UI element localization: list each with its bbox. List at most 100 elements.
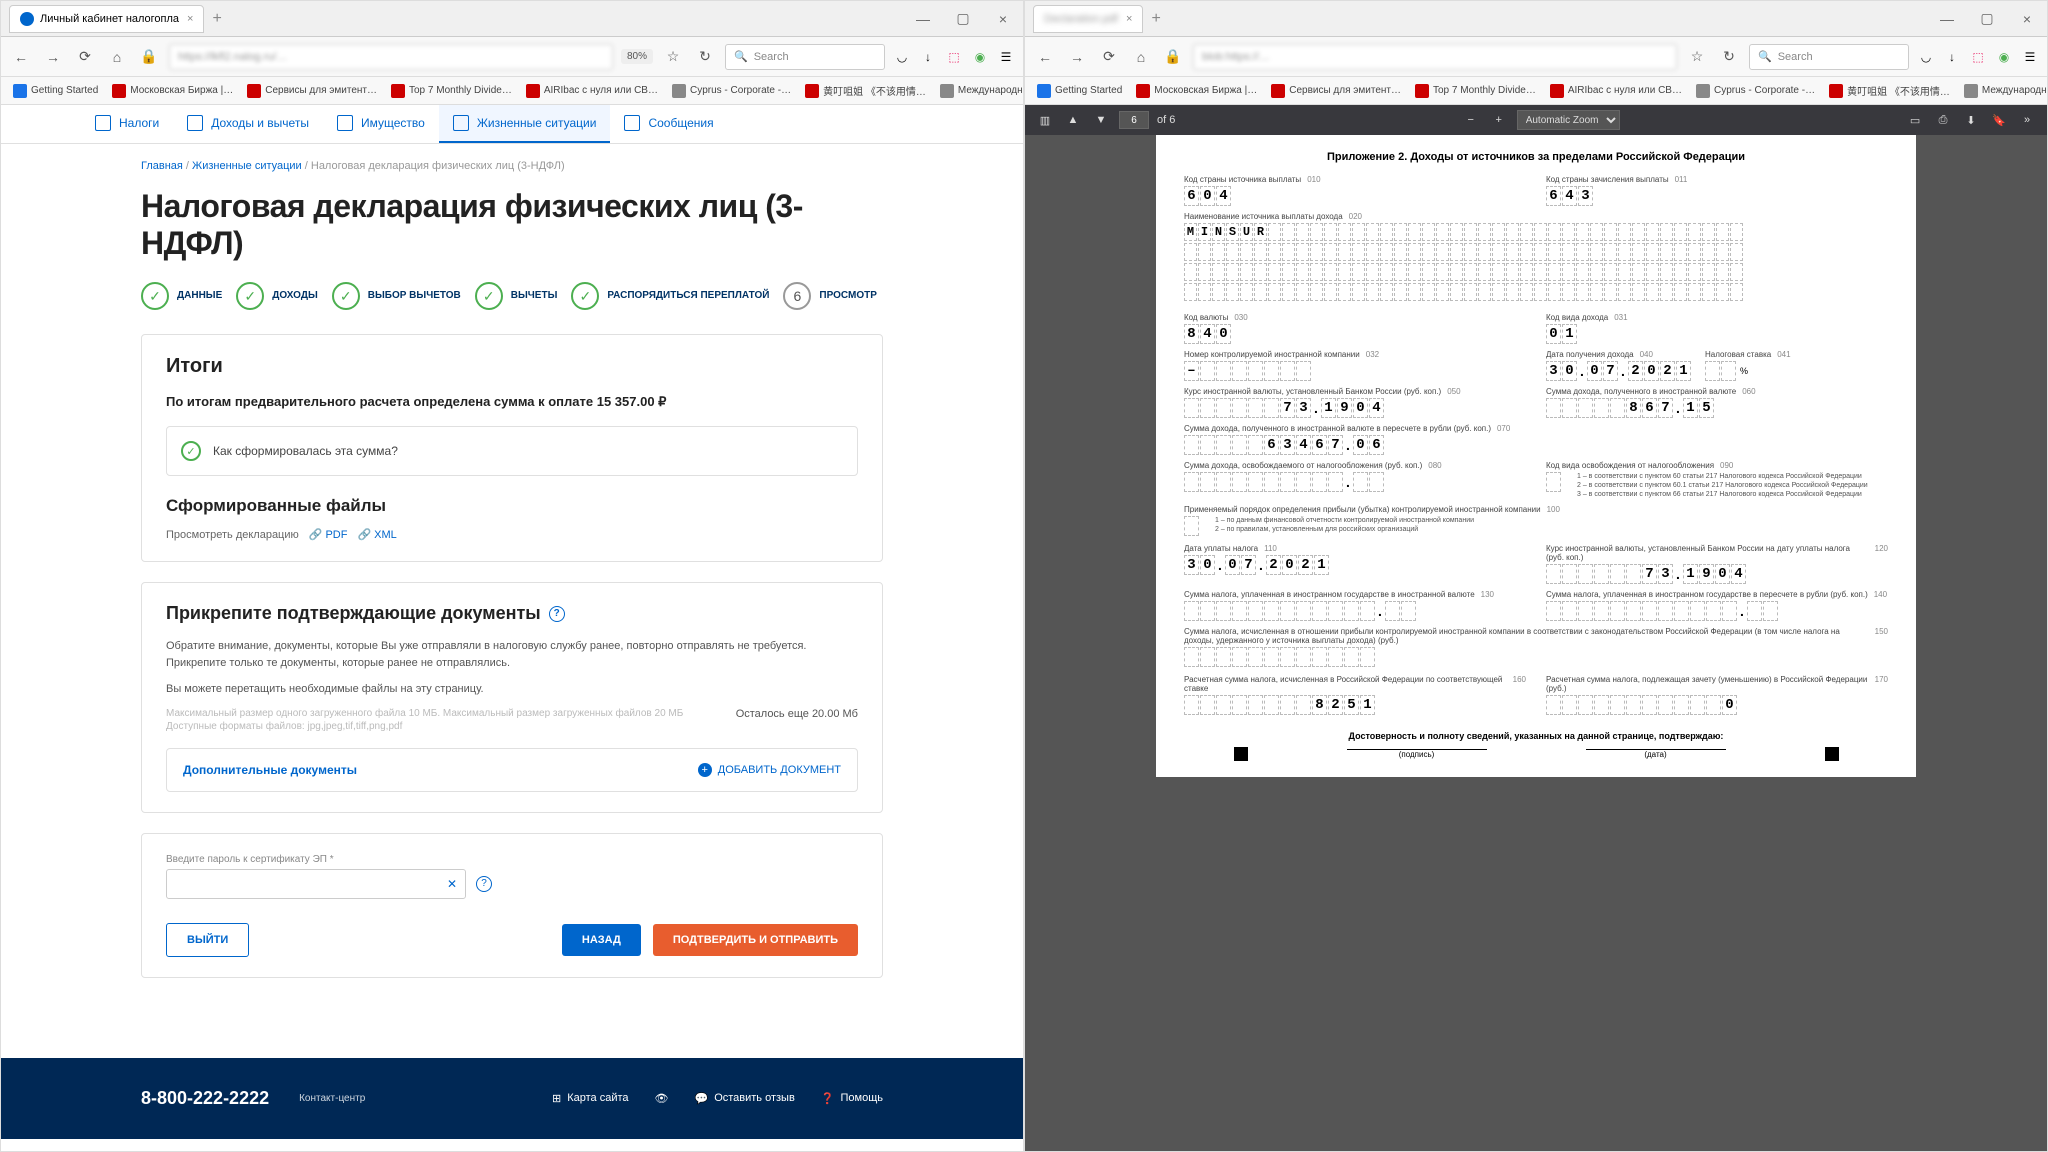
page-down-button[interactable]: ▼: [1091, 110, 1111, 130]
password-input[interactable]: ✕: [166, 869, 466, 899]
forward-button[interactable]: →: [1065, 45, 1089, 69]
browser-tab[interactable]: Declaration.pdf ×: [1033, 5, 1143, 33]
presentation-icon[interactable]: ▭: [1905, 110, 1925, 130]
extension-icon[interactable]: ⬚: [1969, 48, 1987, 66]
tools-icon[interactable]: »: [2017, 110, 2037, 130]
nav-income[interactable]: Доходы и вычеты: [173, 105, 323, 143]
breadcrumb-section[interactable]: Жизненные ситуации: [192, 160, 302, 172]
close-button[interactable]: ×: [983, 1, 1023, 37]
search-field[interactable]: 🔍Search: [725, 44, 885, 70]
submit-button[interactable]: ПОДТВЕРДИТЬ И ОТПРАВИТЬ: [653, 924, 858, 956]
step-overpayment[interactable]: ✓РАСПОРЯДИТЬСЯ ПЕРЕПЛАТОЙ: [571, 282, 769, 310]
nav-life-situations[interactable]: Жизненные ситуации: [439, 105, 611, 143]
print-icon[interactable]: ⎙: [1933, 110, 1953, 130]
maximize-button[interactable]: ▢: [1967, 1, 2007, 37]
menu-icon[interactable]: ☰: [2021, 48, 2039, 66]
nav-messages[interactable]: Сообщения: [610, 105, 727, 143]
step-deductions[interactable]: ✓ВЫЧЕТЫ: [475, 282, 558, 310]
url-field[interactable]: https://lkfl2.nalog.ru/…: [169, 44, 613, 70]
field-070: 63467.06: [1184, 435, 1888, 455]
close-icon[interactable]: ×: [187, 13, 193, 25]
clear-icon[interactable]: ✕: [447, 877, 457, 891]
bookmark-item[interactable]: Cyprus - Corporate -…: [668, 82, 795, 100]
download-icon[interactable]: ⬇: [1961, 110, 1981, 130]
download-icon[interactable]: ↓: [1943, 48, 1961, 66]
home-button[interactable]: ⌂: [1129, 45, 1153, 69]
step-deduction-choice[interactable]: ✓ВЫБОР ВЫЧЕТОВ: [332, 282, 461, 310]
add-document-button[interactable]: + ДОБАВИТЬ ДОКУМЕНТ: [698, 763, 841, 777]
help-icon[interactable]: ?: [549, 606, 565, 622]
step-income[interactable]: ✓ДОХОДЫ: [236, 282, 318, 310]
bookmark-item[interactable]: Getting Started: [1033, 82, 1126, 100]
menu-icon[interactable]: ☰: [997, 48, 1015, 66]
bookmark-item[interactable]: 黄叮咀姐 《不该用情…: [1825, 81, 1954, 100]
browser-tab[interactable]: Личный кабинет налогопла ×: [9, 5, 204, 33]
pocket-icon[interactable]: ◡: [1917, 48, 1935, 66]
pdf-link[interactable]: 🔗 PDF: [309, 528, 348, 541]
pocket-icon[interactable]: ◡: [893, 48, 911, 66]
footer: 8-800-222-2222 Контакт-центр ⊞Карта сайт…: [1, 1058, 1023, 1139]
close-button[interactable]: ×: [2007, 1, 2047, 37]
bookmark-item[interactable]: Cyprus - Corporate -…: [1692, 82, 1819, 100]
refresh-icon[interactable]: ↻: [693, 45, 717, 69]
zoom-in-button[interactable]: +: [1489, 110, 1509, 130]
extension-icon[interactable]: ◉: [971, 48, 989, 66]
search-field[interactable]: 🔍Search: [1749, 44, 1909, 70]
breadcrumb-home[interactable]: Главная: [141, 160, 183, 172]
bookmark-icon[interactable]: 🔖: [1989, 110, 2009, 130]
maximize-button[interactable]: ▢: [943, 1, 983, 37]
extension-icon[interactable]: ⬚: [945, 48, 963, 66]
nav-taxes[interactable]: Налоги: [81, 105, 173, 143]
zoom-select[interactable]: Automatic Zoom: [1517, 110, 1620, 130]
exit-button[interactable]: ВЫЙТИ: [166, 923, 249, 957]
bookmark-item[interactable]: Московская Биржа |…: [108, 82, 237, 100]
pdf-toolbar: ▥ ▲ ▼ of 6 − + Automatic Zoom ▭ ⎙ ⬇ 🔖 »: [1025, 105, 2047, 135]
bookmark-item[interactable]: Top 7 Monthly Divide…: [1411, 82, 1540, 100]
bookmark-star-icon[interactable]: ☆: [661, 45, 685, 69]
home-button[interactable]: ⌂: [105, 45, 129, 69]
page-input[interactable]: [1119, 111, 1149, 129]
step-data[interactable]: ✓ДАННЫЕ: [141, 282, 222, 310]
bookmark-item[interactable]: Top 7 Monthly Divide…: [387, 82, 516, 100]
zoom-indicator[interactable]: 80%: [621, 49, 653, 64]
step-preview[interactable]: 6ПРОСМОТР: [783, 282, 876, 310]
page-up-button[interactable]: ▲: [1063, 110, 1083, 130]
bookmark-item[interactable]: 黄叮咀姐 《不该用情…: [801, 81, 930, 100]
close-icon[interactable]: ×: [1126, 13, 1132, 25]
back-button[interactable]: ←: [9, 45, 33, 69]
bookmark-star-icon[interactable]: ☆: [1685, 45, 1709, 69]
pdf-viewport[interactable]: Приложение 2. Доходы от источников за пр…: [1025, 135, 2047, 1151]
refresh-icon[interactable]: ↻: [1717, 45, 1741, 69]
nav-property[interactable]: Имущество: [323, 105, 439, 143]
extension-icon[interactable]: ◉: [1995, 48, 2013, 66]
forward-button[interactable]: →: [41, 45, 65, 69]
bookmark-item[interactable]: Международные ры…: [1960, 82, 2047, 100]
feedback-link[interactable]: 💬Оставить отзыв: [694, 1092, 794, 1105]
minimize-button[interactable]: —: [903, 1, 943, 37]
back-button[interactable]: НАЗАД: [562, 924, 641, 956]
help-icon[interactable]: ?: [476, 876, 492, 892]
xml-link[interactable]: 🔗 XML: [357, 528, 396, 541]
new-tab-button[interactable]: +: [212, 10, 221, 28]
help-link[interactable]: ❓Помощь: [821, 1092, 883, 1105]
bookmark-item[interactable]: Сервисы для эмитент…: [243, 82, 381, 100]
bookmark-item[interactable]: AIRIbac с нуля или СВ…: [1546, 82, 1686, 100]
sitemap-link[interactable]: ⊞Карта сайта: [552, 1092, 629, 1105]
minimize-button[interactable]: —: [1927, 1, 1967, 37]
how-formed-box[interactable]: ✓ Как сформировалась эта сумма?: [166, 426, 858, 476]
back-button[interactable]: ←: [1033, 45, 1057, 69]
bookmark-item[interactable]: Московская Биржа |…: [1132, 82, 1261, 100]
view-link[interactable]: 👁: [655, 1092, 669, 1105]
zoom-out-button[interactable]: −: [1461, 110, 1481, 130]
url-field[interactable]: blob:https://…: [1193, 44, 1677, 70]
download-icon[interactable]: ↓: [919, 48, 937, 66]
bookmark-item[interactable]: Сервисы для эмитент…: [1267, 82, 1405, 100]
bookmark-item[interactable]: AIRIbac с нуля или СВ…: [522, 82, 662, 100]
reload-button[interactable]: ⟳: [73, 45, 97, 69]
reload-button[interactable]: ⟳: [1097, 45, 1121, 69]
new-tab-button[interactable]: +: [1151, 10, 1160, 28]
address-bar: ← → ⟳ ⌂ 🔒 https://lkfl2.nalog.ru/… 80% ☆…: [1, 37, 1023, 77]
sidebar-toggle[interactable]: ▥: [1035, 110, 1055, 130]
bookmark-item[interactable]: Getting Started: [9, 82, 102, 100]
bookmark-item[interactable]: Международные ры…: [936, 82, 1023, 100]
